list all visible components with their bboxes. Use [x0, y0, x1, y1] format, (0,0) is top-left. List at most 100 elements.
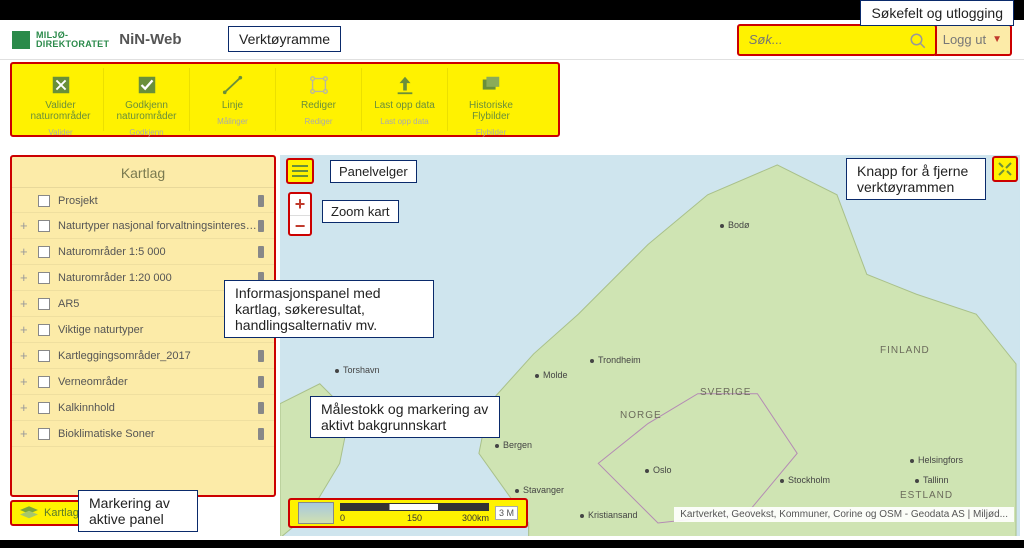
layer-row[interactable]: + Kartleggingsområder_2017: [12, 343, 274, 369]
tool-sublabel: Rediger: [278, 117, 359, 126]
layer-row[interactable]: Prosjekt: [12, 190, 274, 213]
city-label: Trondheim: [590, 355, 641, 365]
search-icon[interactable]: [909, 32, 927, 50]
layer-checkbox[interactable]: [38, 376, 50, 388]
opacity-slider[interactable]: [232, 404, 266, 412]
search-input[interactable]: [749, 32, 905, 47]
layer-checkbox[interactable]: [38, 220, 50, 232]
scale-tick-1: 150: [407, 513, 422, 523]
city-label: Stockholm: [780, 475, 830, 485]
expand-icon[interactable]: +: [20, 296, 34, 311]
callout-active-panel: Markering av aktive panel: [78, 490, 198, 532]
letterbox-bottom: [0, 540, 1024, 548]
zoom-controls: + −: [288, 192, 312, 236]
layer-row[interactable]: + Naturområder 1:5 000: [12, 239, 274, 265]
toolbar-item-0[interactable]: Valider naturområderValider: [18, 68, 104, 131]
city-label: Tallinn: [915, 475, 949, 485]
layer-checkbox[interactable]: [38, 402, 50, 414]
layer-checkbox[interactable]: [38, 272, 50, 284]
toolbar-item-2[interactable]: LinjeMålinger: [190, 68, 276, 131]
city-label: Torshavn: [335, 365, 380, 375]
layer-checkbox[interactable]: [38, 428, 50, 440]
city-label: Bodø: [720, 220, 750, 230]
logo-mark-icon: [12, 31, 30, 49]
toolbar-item-1[interactable]: Godkjenn naturområderGodkjenn: [104, 68, 190, 131]
layer-row[interactable]: + Bioklimatiske Soner: [12, 421, 274, 447]
expand-icon[interactable]: +: [20, 348, 34, 363]
photo-icon: [480, 74, 502, 96]
tool-label: Valider naturområder: [20, 100, 101, 122]
layer-checkbox[interactable]: [38, 195, 50, 207]
expand-icon[interactable]: +: [20, 218, 34, 233]
layer-label: Kalkinnhold: [58, 402, 115, 414]
tools-icon: [997, 161, 1013, 177]
city-label: Stavanger: [515, 485, 564, 495]
app-title: NiN-Web: [119, 31, 181, 48]
basemap-thumbnail[interactable]: [298, 502, 334, 524]
logout-label: Logg ut: [943, 32, 986, 47]
tool-sublabel: Flybilder: [450, 128, 532, 137]
tool-sublabel: Godkjenn: [106, 128, 187, 137]
search-box[interactable]: [737, 24, 937, 56]
expand-icon[interactable]: +: [20, 374, 34, 389]
layer-row[interactable]: + Naturtyper nasjonal forvaltningsinteres…: [12, 213, 274, 239]
layer-row[interactable]: + Kalkinnhold: [12, 395, 274, 421]
city-label: Oslo: [645, 465, 672, 475]
opacity-slider[interactable]: [232, 430, 266, 438]
upload-icon: [394, 74, 416, 96]
menu-icon: [292, 165, 308, 177]
toolbar-item-3[interactable]: Rediger Rediger: [276, 68, 362, 131]
layer-label: Kartleggingsområder_2017: [58, 350, 191, 362]
layer-label: Bioklimatiske Soner: [58, 428, 155, 440]
approve-icon: [136, 74, 158, 96]
country-label: NORGE: [620, 410, 662, 421]
expand-icon[interactable]: +: [20, 400, 34, 415]
toolbar-item-5[interactable]: Historiske FlybilderFlybilder: [448, 68, 534, 131]
layer-row[interactable]: + Verneområder: [12, 369, 274, 395]
line-icon: [222, 74, 244, 96]
opacity-slider[interactable]: [232, 222, 266, 230]
validate-icon: [50, 74, 72, 96]
layer-label: Naturområder 1:20 000: [58, 272, 172, 284]
scale-basemap-box: 0 150 300km 3 M: [288, 498, 528, 528]
layer-checkbox[interactable]: [38, 324, 50, 336]
layer-label: Prosjekt: [58, 195, 98, 207]
expand-icon[interactable]: +: [20, 244, 34, 259]
callout-panel-picker: Panelvelger: [330, 160, 417, 183]
caret-down-icon: ▼: [992, 34, 1002, 45]
opacity-slider[interactable]: [232, 197, 266, 205]
opacity-slider[interactable]: [232, 378, 266, 386]
zoom-in-button[interactable]: +: [290, 194, 310, 216]
layer-label: Verneområder: [58, 376, 128, 388]
scale-bar: [340, 503, 489, 511]
layer-label: Naturtyper nasjonal forvaltningsinteres…: [58, 220, 257, 232]
expand-icon[interactable]: +: [20, 270, 34, 285]
tool-label: Rediger: [278, 100, 359, 111]
callout-remove-toolbar: Knapp for å fjerne verktøyrammen: [846, 158, 986, 200]
map-attribution: Kartverket, Geovekst, Kommuner, Corine o…: [674, 507, 1014, 522]
layer-checkbox[interactable]: [38, 246, 50, 258]
active-panel-label: Kartlag: [44, 507, 79, 519]
zoom-out-button[interactable]: −: [290, 216, 310, 237]
expand-icon[interactable]: +: [20, 322, 34, 337]
layer-checkbox[interactable]: [38, 350, 50, 362]
expand-icon[interactable]: +: [20, 426, 34, 441]
tool-sublabel: Last opp data: [364, 117, 445, 126]
layers-icon: [20, 506, 38, 520]
edit-icon: [308, 74, 330, 96]
layer-label: Viktige naturtyper: [58, 324, 143, 336]
callout-scale: Målestokk og markering av aktivt bakgrun…: [310, 396, 500, 438]
callout-search: Søkefelt og utlogging: [860, 0, 1014, 26]
tool-label: Godkjenn naturområder: [106, 100, 187, 122]
toolbar-item-4[interactable]: Last opp dataLast opp data: [362, 68, 448, 131]
callout-infopanel: Informasjonspanel med kartlag, søkeresul…: [224, 280, 434, 338]
layer-checkbox[interactable]: [38, 298, 50, 310]
opacity-slider[interactable]: [232, 248, 266, 256]
scale-tick-0: 0: [340, 513, 345, 523]
opacity-slider[interactable]: [232, 352, 266, 360]
tool-label: Historiske Flybilder: [450, 100, 532, 122]
layer-label: Naturområder 1:5 000: [58, 246, 166, 258]
panel-picker-button[interactable]: [286, 158, 314, 184]
logout-button[interactable]: Logg ut ▼: [935, 24, 1012, 56]
remove-toolbar-button[interactable]: [992, 156, 1018, 182]
